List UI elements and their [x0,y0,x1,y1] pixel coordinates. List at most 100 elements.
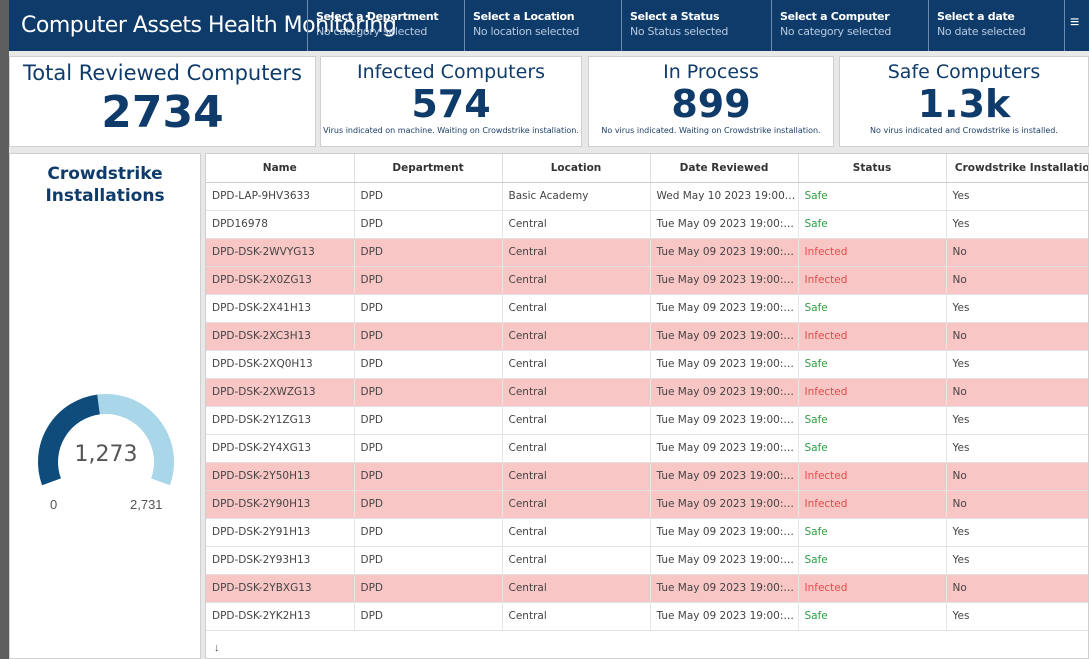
cell-location: Central [502,210,651,239]
cell-date-reviewed: Tue May 09 2023 19:00:00 G... [650,350,799,379]
cell-name: DPD-DSK-2Y90H13 [206,490,355,519]
column-header-department[interactable]: Department [354,154,503,183]
cell-crowdstrike-installation: No [946,266,1088,295]
date-selector-label: Select a date [937,10,1015,23]
cell-date-reviewed: Wed May 10 2023 19:00:00 G... [650,182,799,211]
cell-department: DPD [354,322,503,351]
department-selector-label: Select a Department [316,10,439,23]
cell-location: Central [502,490,651,519]
cell-date-reviewed: Tue May 09 2023 19:00:00 G... [650,462,799,491]
cell-status: Infected [798,462,947,491]
cell-name: DPD-DSK-2XQ0H13 [206,350,355,379]
cell-location: Central [502,462,651,491]
cell-date-reviewed: Tue May 09 2023 19:00:00 G... [650,518,799,547]
cell-status: Safe [798,434,947,463]
table-row[interactable]: DPD-DSK-2Y90H13 DPD Central Tue May 09 2023… [206,490,1088,519]
cell-status: Infected [798,266,947,295]
cell-name: DPD-DSK-2YK2H13 [206,602,355,631]
date-selector-value: No date selected [937,25,1026,38]
cell-name: DPD-LAP-9HV3633 [206,182,355,211]
download-icon[interactable]: ↓ [214,642,220,654]
cell-location: Basic Academy [502,182,651,211]
app-title: Computer Assets Health Monitoring [21,13,397,38]
table-row[interactable]: DPD-DSK-2Y50H13 DPD Central Tue May 09 2023… [206,462,1088,491]
cell-crowdstrike-installation: No [946,238,1088,267]
cell-department: DPD [354,238,503,267]
table-row[interactable]: DPD-DSK-2X41H13 DPD Central Tue May 09 2023… [206,294,1088,323]
cell-location: Central [502,546,651,575]
date-selector[interactable]: Select a date No date selected [928,0,1064,51]
cell-department: DPD [354,574,503,603]
cell-crowdstrike-installation: Yes [946,182,1088,211]
in-process-note: No virus indicated. Waiting on Crowdstri… [601,126,821,135]
cell-date-reviewed: Tue May 09 2023 19:00:00 G... [650,602,799,631]
cell-location: Central [502,266,651,295]
in-process-title: In Process [663,61,759,83]
cell-status: Safe [798,406,947,435]
cell-date-reviewed: Tue May 09 2023 19:00:00 G... [650,238,799,267]
cell-location: Central [502,406,651,435]
cell-crowdstrike-installation: Yes [946,210,1088,239]
hamburger-icon[interactable]: ≡ [1064,0,1082,51]
cell-status: Safe [798,294,947,323]
cell-crowdstrike-installation: No [946,490,1088,519]
column-header-name[interactable]: Name [206,154,355,183]
cell-crowdstrike-installation: No [946,322,1088,351]
cell-date-reviewed: Tue May 09 2023 19:00:00 G... [650,546,799,575]
cell-crowdstrike-installation: Yes [946,350,1088,379]
department-selector[interactable]: Select a Department No category selected [307,0,464,51]
cell-status: Safe [798,350,947,379]
computer-selector-value: No category selected [780,25,891,38]
table-row[interactable]: DPD-DSK-2WVYG13 DPD Central Tue May 09 2023… [206,238,1088,267]
table-row[interactable]: DPD-DSK-2Y91H13 DPD Central Tue May 09 2023… [206,518,1088,547]
column-header-location[interactable]: Location [502,154,651,183]
column-header-crowdstrike-installation[interactable]: Crowdstrike Installation [946,154,1088,183]
table-row[interactable]: DPD-DSK-2Y93H13 DPD Central Tue May 09 2023… [206,546,1088,575]
table-row[interactable]: DPD-DSK-2Y4XG13 DPD Central Tue May 09 2023… [206,434,1088,463]
cell-name: DPD-DSK-2XC3H13 [206,322,355,351]
total-reviewed-title: Total Reviewed Computers [23,61,302,85]
cell-status: Infected [798,490,947,519]
cell-date-reviewed: Tue May 09 2023 19:00:00 G... [650,490,799,519]
computers-table: Name Department Location Date Reviewed S… [206,154,1088,631]
computers-table-panel: Name Department Location Date Reviewed S… [205,153,1089,659]
cell-status: Infected [798,322,947,351]
header-bar: Computer Assets Health Monitoring Select… [9,0,1089,51]
cell-date-reviewed: Tue May 09 2023 19:00:00 G... [650,322,799,351]
cell-location: Central [502,434,651,463]
column-header-date-reviewed[interactable]: Date Reviewed [650,154,799,183]
table-row[interactable]: DPD-DSK-2YK2H13 DPD Central Tue May 09 2023… [206,602,1088,631]
infected-card: Infected Computers 574 Virus indicated o… [320,56,582,147]
cell-date-reviewed: Tue May 09 2023 19:00:00 G... [650,266,799,295]
cell-department: DPD [354,350,503,379]
cell-location: Central [502,378,651,407]
table-row[interactable]: DPD-DSK-2XWZG13 DPD Central Tue May 09 2023… [206,378,1088,407]
crowdstrike-gauge-panel: Crowdstrike Installations 1,273 0 2,731 [9,153,201,659]
infected-value: 574 [411,82,491,126]
table-row[interactable]: DPD-DSK-2Y1ZG13 DPD Central Tue May 09 2023… [206,406,1088,435]
table-row[interactable]: DPD-DSK-2YBXG13 DPD Central Tue May 09 2023… [206,574,1088,603]
table-row[interactable]: DPD-DSK-2XQ0H13 DPD Central Tue May 09 2023… [206,350,1088,379]
in-process-card: In Process 899 No virus indicated. Waiti… [588,56,834,147]
table-row[interactable]: DPD-DSK-2X0ZG13 DPD Central Tue May 09 2023… [206,266,1088,295]
status-selector-label: Select a Status [630,10,720,23]
cell-crowdstrike-installation: No [946,574,1088,603]
cell-date-reviewed: Tue May 09 2023 19:00:00 G... [650,434,799,463]
cell-date-reviewed: Tue May 09 2023 19:00:00 G... [650,294,799,323]
cell-name: DPD-DSK-2YBXG13 [206,574,355,603]
table-row[interactable]: DPD-LAP-9HV3633 DPD Basic Academy Wed May 1… [206,182,1088,211]
cell-department: DPD [354,266,503,295]
column-header-status[interactable]: Status [798,154,947,183]
status-selector[interactable]: Select a Status No Status selected [621,0,771,51]
total-reviewed-card: Total Reviewed Computers 2734 [9,56,316,147]
cell-crowdstrike-installation: Yes [946,546,1088,575]
table-row[interactable]: DPD-DSK-2XC3H13 DPD Central Tue May 09 2023… [206,322,1088,351]
safe-card: Safe Computers 1.3k No virus indicated a… [839,56,1089,147]
table-row[interactable]: DPD16978 DPD Central Tue May 09 2023 19:00:… [206,210,1088,239]
location-selector-value: No location selected [473,25,580,38]
infected-note: Virus indicated on machine. Waiting on C… [323,126,579,135]
cell-name: DPD16978 [206,210,355,239]
location-selector[interactable]: Select a Location No location selected [464,0,621,51]
department-selector-value: No category selected [316,25,427,38]
computer-selector[interactable]: Select a Computer No category selected [771,0,928,51]
